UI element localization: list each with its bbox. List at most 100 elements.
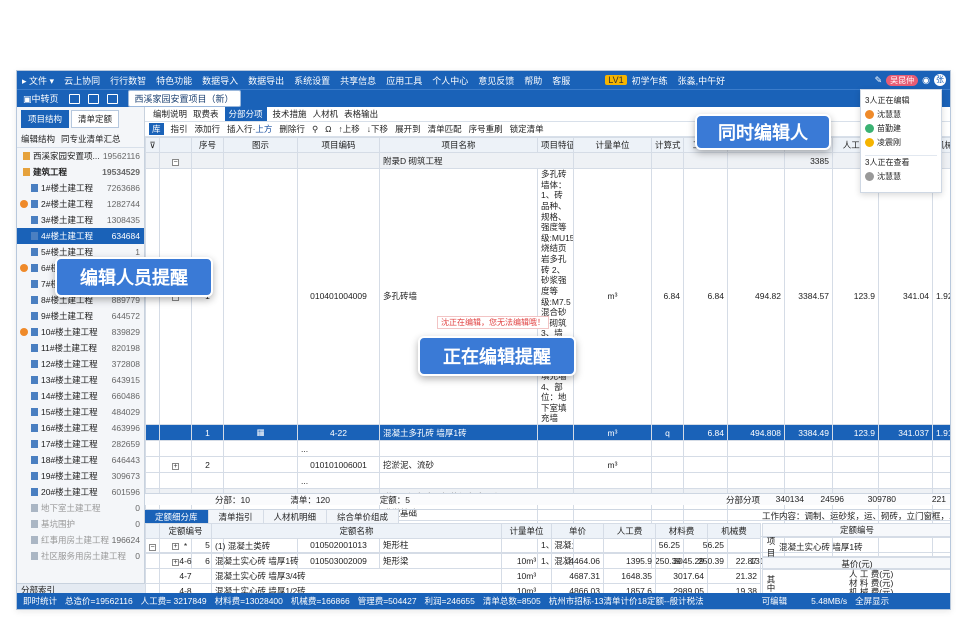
tree-root[interactable]: 西溪家园安置项... 19562116	[17, 148, 144, 164]
search-icon[interactable]: ⚲	[312, 124, 318, 135]
editor-avatar-icon	[20, 200, 28, 208]
menu-item[interactable]: 个人中心	[427, 74, 473, 87]
machine-cell	[932, 456, 950, 473]
edit-icon[interactable]: ✎	[875, 75, 883, 86]
tab-fee-table[interactable]: 取费表	[193, 108, 219, 120]
eye-icon[interactable]: ◉	[922, 75, 930, 86]
tree-item[interactable]: 20#楼土建工程 601596	[17, 484, 144, 500]
tab-sections[interactable]: 分部分项	[224, 107, 267, 121]
guide-button[interactable]: 指引	[171, 123, 188, 135]
tab-labor-materials[interactable]: 人材机	[313, 108, 339, 120]
new-icon[interactable]	[68, 93, 80, 104]
status-item: 清单总数=8505	[482, 596, 541, 606]
tree-item[interactable]: 15#楼土建工程 484029	[17, 404, 144, 420]
user-avatar[interactable]: 吴昆仲	[886, 74, 919, 86]
col-header: 项目名称	[379, 137, 538, 153]
tree-item[interactable]: 18#楼土建工程 646443	[17, 452, 144, 468]
total-cell: 3384.57	[784, 168, 833, 425]
unit-cell: m³	[573, 456, 652, 473]
tab-project-structure[interactable]: 项目结构	[21, 110, 70, 128]
menu-item[interactable]: 系统设置	[289, 74, 335, 87]
menu-item[interactable]: 特色功能	[151, 74, 197, 87]
no-cell: 1	[191, 424, 224, 441]
expand-toggle-icon[interactable]: −	[172, 158, 179, 166]
insert-row-button[interactable]: 插入行·上方	[227, 123, 272, 135]
grid-row[interactable]: ...	[145, 440, 950, 457]
tree-item[interactable]: 1#楼土建工程 7263686	[17, 180, 144, 196]
tab-list-guide[interactable]: 清单指引	[208, 510, 264, 523]
move-down-button[interactable]: ↓下移	[367, 123, 388, 135]
tree-item[interactable]: 2#楼土建工程 1282744	[17, 196, 144, 212]
library-button[interactable]: 库	[149, 123, 164, 135]
quota-code-cell: 4-6	[159, 553, 212, 569]
quota-row[interactable]: 4-7 混凝土实心砖 墙厚3/4砖 10m³ 4687.31 1648.35 3017.6…	[145, 568, 761, 584]
save-icon[interactable]	[106, 93, 118, 104]
add-row-button[interactable]: 添加行	[195, 123, 221, 135]
menu-item[interactable]: 意见反馈	[473, 74, 519, 87]
menu-item[interactable]: 行行数智	[105, 74, 151, 87]
tree-item[interactable]: 地下室土建工程 0	[17, 500, 144, 516]
home-button[interactable]: ▣中转页	[17, 92, 65, 105]
menu-item[interactable]: 共享信息	[335, 74, 381, 87]
tree-item[interactable]: 10#楼土建工程 839829	[17, 324, 144, 340]
user-avatar-2[interactable]: 张	[934, 74, 946, 86]
menu-item[interactable]: 客服	[547, 74, 575, 87]
tab-list-quota[interactable]: 清单定额	[71, 110, 120, 128]
icon-cell: ▦	[223, 424, 298, 441]
tree-item[interactable]: 红事用房土建工程 196624	[17, 532, 144, 548]
tab-tech-measures[interactable]: 技术措施	[273, 108, 307, 120]
quota-row[interactable]: − * (1) 混凝土类砖	[145, 538, 761, 554]
code-cell	[297, 152, 380, 169]
grid-row[interactable]: 1 ▦ 4-22 混凝土多孔砖 墙厚1砖 m³ q 6.84 494.808 3384.49 12…	[145, 424, 950, 441]
tab-resource-detail[interactable]: 人材机明细	[263, 510, 328, 523]
tree-item[interactable]: 3#楼土建工程 1308435	[17, 212, 144, 228]
grid-row[interactable]: +2 010101006001 挖淤泥、流砂 m³	[145, 456, 950, 473]
menu-file[interactable]: ▸ 文件 ▾	[17, 74, 59, 87]
filter-icon[interactable]: ⊽	[145, 137, 160, 153]
tab-table-output[interactable]: 表格输出	[344, 108, 378, 120]
tree-item[interactable]: 12#楼土建工程 372808	[17, 356, 144, 372]
expand-toggle-icon[interactable]: −	[149, 544, 156, 551]
tree-item[interactable]: 11#楼土建工程 820198	[17, 340, 144, 356]
same-major-summary-toggle[interactable]: 同专业清单汇总	[61, 133, 121, 145]
tree-group[interactable]: 建筑工程 19534529	[17, 164, 144, 180]
expand-toggle-icon[interactable]: +	[172, 462, 179, 470]
col-header: 计量单位	[573, 137, 652, 153]
tree-item[interactable]: 13#楼土建工程 643915	[17, 372, 144, 388]
list-match-button[interactable]: 清单匹配	[428, 123, 462, 135]
grid-row[interactable]: −附录D 砌筑工程3385847	[145, 152, 950, 169]
tab-quota-library[interactable]: 定额细分库	[145, 510, 209, 523]
move-up-button[interactable]: ↑上移	[339, 123, 360, 135]
tree-item[interactable]: 19#楼土建工程 309673	[17, 468, 144, 484]
tab-description[interactable]: 编制说明	[153, 108, 187, 120]
tree-item[interactable]: 社区服务用房土建工程 0	[17, 548, 144, 564]
tree-item[interactable]: 17#楼土建工程 282659	[17, 436, 144, 452]
tab-unit-price[interactable]: 综合单价组成	[327, 510, 400, 523]
labor-cell	[832, 440, 879, 457]
expand-to-button[interactable]: 展开到	[395, 123, 421, 135]
renumber-button[interactable]: 序号重刷	[469, 123, 503, 135]
menu-item[interactable]: 应用工具	[381, 74, 427, 87]
delete-row-button[interactable]: 删除行	[279, 123, 305, 135]
grid-row[interactable]: ...	[145, 472, 950, 489]
omega-icon[interactable]: Ω	[325, 124, 331, 134]
menu-item[interactable]: 云上协同	[59, 74, 105, 87]
project-tab[interactable]: 西溪家园安置项目（新）	[127, 90, 241, 107]
menu-item[interactable]: 数据导出	[243, 74, 289, 87]
summary-material: 309780	[867, 494, 896, 504]
tree-item[interactable]: 4#楼土建工程 634684	[17, 228, 144, 244]
tree-item[interactable]: 14#楼土建工程 660486	[17, 388, 144, 404]
grid-row[interactable]: −1010401004009多孔砖墙多孔砖墙体：1、砖品种、规格、强度等级:MU…	[145, 168, 950, 425]
edit-structure-button[interactable]: 编辑结构	[21, 133, 55, 145]
open-icon[interactable]	[87, 93, 99, 104]
qty-cell	[683, 472, 728, 489]
lock-list-button[interactable]: 锁定清单	[510, 123, 544, 135]
tree-item[interactable]: 基坑围护 0	[17, 516, 144, 532]
menu-item[interactable]: 数据导入	[197, 74, 243, 87]
tree-item[interactable]: 9#楼土建工程 644572	[17, 308, 144, 324]
attach-icon[interactable]: ▦	[256, 427, 264, 437]
tree-item[interactable]: 16#楼土建工程 463996	[17, 420, 144, 436]
fullscreen-button[interactable]: 全屏显示	[855, 595, 889, 607]
menu-item[interactable]: 帮助	[519, 74, 547, 87]
quota-row[interactable]: 4-6 混凝土实心砖 墙厚1砖 10m³ 4464.06 1395.9 3045.29 22…	[145, 553, 761, 569]
